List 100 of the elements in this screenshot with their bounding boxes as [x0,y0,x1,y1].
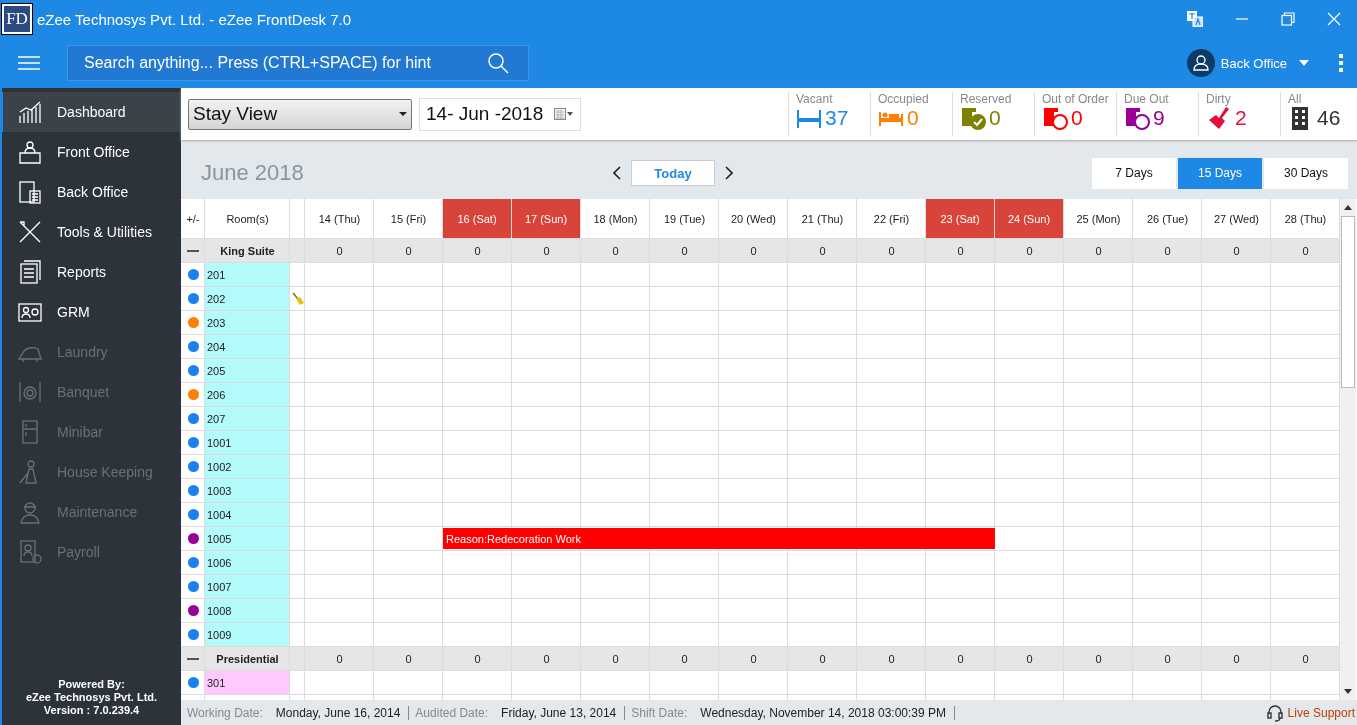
room-number[interactable]: 1005 [205,527,289,550]
user-name[interactable]: Back Office [1220,55,1287,71]
room-number[interactable]: 1008 [205,599,289,622]
availability-count: 0 [1025,243,1034,259]
today-button[interactable]: Today [631,160,715,186]
sidebar-item[interactable]: Tools & Utilities [0,212,181,252]
day-header: 24 (Sun) [995,199,1063,238]
availability-count: 0 [542,651,551,667]
window-title: eZee Technosys Pvt. Ltd. - eZee FrontDesk 7.0 [37,10,352,28]
room-block-bar[interactable]: Reason:Redecoration Work [443,528,995,549]
availability-count: 0 [1094,651,1103,667]
status-value: Wednesday, November 14, 2018 03:00:39 PM [700,705,946,720]
menu-icon[interactable] [17,56,41,70]
availability-count: 0 [818,243,827,259]
availability-count: 0 [335,651,344,667]
range-tab[interactable]: 30 Days [1264,157,1348,189]
sidebar-footer-text: Version : 7.0.239.4 [42,704,141,717]
room-number[interactable]: 1006 [205,551,289,574]
stat-count: 0 [989,106,1001,130]
room-number[interactable]: 1009 [205,623,289,646]
room-number[interactable]: 207 [205,407,289,430]
bar-chart-icon [17,99,43,125]
availability-count: 0 [1163,651,1172,667]
user-avatar-icon[interactable] [1186,49,1215,77]
stat-label: Due Out [1124,92,1170,106]
sidebar-item[interactable]: Reports [0,252,181,292]
scroll-bar[interactable] [1340,199,1356,700]
room-number[interactable]: 1001 [205,431,289,454]
room-type-name: Presidential [215,651,280,667]
room-number[interactable]: 206 [205,383,289,406]
availability-count: 0 [542,243,551,259]
room-number[interactable]: 202 [205,287,289,310]
availability-count: 0 [887,243,896,259]
availability-count: 0 [611,243,620,259]
day-header: 16 (Sat) [443,199,511,238]
sidebar-item[interactable]: Dashboard [0,92,181,132]
document-icon [17,259,43,285]
room-number[interactable]: 203 [205,311,289,334]
room-number[interactable]: 301 [205,671,289,694]
close-icon[interactable] [1327,12,1341,26]
search-icon[interactable] [487,52,509,74]
status-value: Monday, June 16, 2014 [275,705,401,720]
tools-icon [17,219,43,245]
status-label: Working Date: [187,705,263,720]
more-icon[interactable] [1339,54,1343,72]
availability-count: 0 [680,651,689,667]
availability-count: 0 [1025,651,1034,667]
day-header: 20 (Wed) [729,211,777,227]
day-header: 18 (Mon) [592,211,639,227]
desk-icon [17,139,43,165]
stat-count: 46 [1317,106,1341,130]
room-number[interactable]: 1007 [205,575,289,598]
restore-icon[interactable] [1281,12,1295,26]
availability-count: 0 [887,651,896,667]
stat-count: 0 [907,106,919,130]
availability-count: 0 [404,243,413,259]
room-type-name: King Suite [219,243,276,259]
day-header: 17 (Sun) [512,199,580,238]
room-number[interactable]: 1003 [205,479,289,502]
view-dropdown[interactable]: Stay View [188,98,412,130]
sidebar-footer-text: eZee Technosys Pvt. Ltd. [24,691,159,704]
range-tab[interactable]: 15 Days [1178,157,1262,189]
range-tab[interactable]: 7 Days [1092,157,1176,189]
search-field[interactable]: Search anything... Press (CTRL+SPACE) for hint [67,45,529,81]
sidebar-item[interactable]: Back Office [0,172,181,212]
language-icon[interactable] [1187,11,1203,27]
live-support-link[interactable]: Live Support [1265,703,1357,722]
sidebar-item[interactable]: GRM [0,292,181,332]
room-number[interactable]: 1004 [205,503,289,526]
availability-count: 0 [404,651,413,667]
next-icon[interactable] [725,166,733,180]
previous-icon[interactable] [613,166,621,180]
calendar-icon[interactable] [554,107,574,121]
month-title: June 2018 [201,160,305,186]
day-header: 21 (Thu) [800,211,845,227]
room-number[interactable]: 205 [205,359,289,382]
status-value: Friday, June 13, 2014 [501,705,617,720]
room-number[interactable]: 201 [205,263,289,286]
availability-count: 0 [749,651,758,667]
check-room-icon[interactable] [960,106,986,130]
availability-count: 0 [680,243,689,259]
availability-count: 0 [1301,651,1310,667]
day-header: 27 (Wed) [1212,211,1260,227]
stat-label: Out of Order [1042,92,1110,106]
app-logo: FD [2,4,32,34]
day-header: 26 (Tue) [1145,211,1190,227]
stat-count: 9 [1153,106,1165,130]
date-field[interactable]: 14- Jun -2018 [419,97,581,131]
caret-icon[interactable] [1299,60,1309,66]
stat-count: 37 [825,106,849,130]
day-header: 23 (Sat) [926,199,994,238]
caret-icon [399,112,407,116]
payroll-icon [17,539,43,565]
sidebar-item[interactable]: Front Office [0,132,181,172]
room-number[interactable]: 1002 [205,455,289,478]
availability-count: 0 [473,651,482,667]
room-number[interactable]: 204 [205,335,289,358]
column-header: +/- [185,211,201,227]
day-header: 14 (Thu) [317,211,362,227]
availability-count: 0 [818,651,827,667]
